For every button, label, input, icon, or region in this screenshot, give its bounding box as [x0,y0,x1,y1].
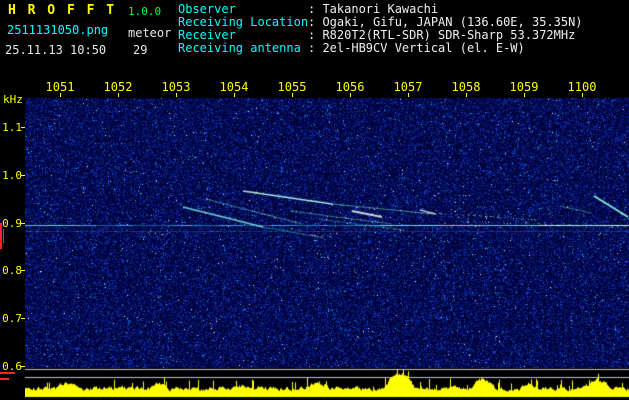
time-tick-mark [350,93,351,97]
spectrogram-canvas [25,97,629,400]
info-value: : R820T2(RTL-SDR) SDR-Sharp 53.372MHz [308,28,576,42]
output-filename: 2511131050.png [7,23,109,37]
red-detection-marker [3,229,4,243]
freq-tick-mark [21,366,25,367]
timestamp: 25.11.13 10:50 [5,43,107,57]
red-detection-marker [0,223,2,249]
observation-mode-label: meteor [128,26,172,40]
freq-tick-label: 0.8 [2,264,22,278]
freq-unit-label: kHz [3,93,23,106]
time-tick-label: 1058 [451,80,481,94]
info-label: Receiving antenna [178,41,301,55]
red-detection-marker [0,372,15,374]
time-tick-label: 1056 [335,80,365,94]
app-version: 1.0.0 [128,5,162,18]
info-value: : 2el-HB9CV Vertical (el. E-W) [308,41,525,55]
time-tick-mark [466,93,467,97]
echo-count: 29 [133,43,148,57]
time-tick-mark [524,93,525,97]
time-tick-mark [60,93,61,97]
time-tick-mark [234,93,235,97]
time-tick-label: 1055 [277,80,307,94]
time-tick-label: 1100 [567,80,597,94]
station-info: Observer: Takanori Kawachi Receiving Loca… [178,3,583,55]
time-tick-label: 1054 [219,80,249,94]
info-value: : Ogaki, Gifu, JAPAN (136.60E, 35.35N) [308,15,583,29]
time-tick-mark [176,93,177,97]
red-detection-marker [0,378,9,380]
time-tick-label: 1052 [103,80,133,94]
freq-tick-mark [21,222,25,224]
time-tick-label: 1053 [161,80,191,94]
freq-tick-mark [21,174,25,176]
freq-tick-label: 1.0 [2,168,22,182]
freq-tick-label: 0.7 [2,312,22,326]
freq-tick-label: 1.1 [2,121,22,134]
hrofft-window: H R O F F T 1.0.0 2511131050.png meteor … [0,0,629,400]
freq-tick-mark [21,318,25,320]
freq-tick-mark [21,270,25,272]
freq-tick-label: 0.9 [2,216,22,230]
time-tick-label: 1057 [393,80,423,94]
time-tick-label: 1051 [45,80,75,94]
info-value: : Takanori Kawachi [308,2,439,16]
time-tick-mark [118,93,119,97]
time-tick-mark [292,93,293,97]
time-tick-mark [408,93,409,97]
freq-tick-mark [21,127,25,128]
app-title: H R O F F T [8,3,117,18]
time-tick-label: 1059 [509,80,539,94]
station-info-row: Receiving antenna : 2el-HB9CV Vertical (e… [178,42,583,55]
time-tick-mark [582,93,583,97]
